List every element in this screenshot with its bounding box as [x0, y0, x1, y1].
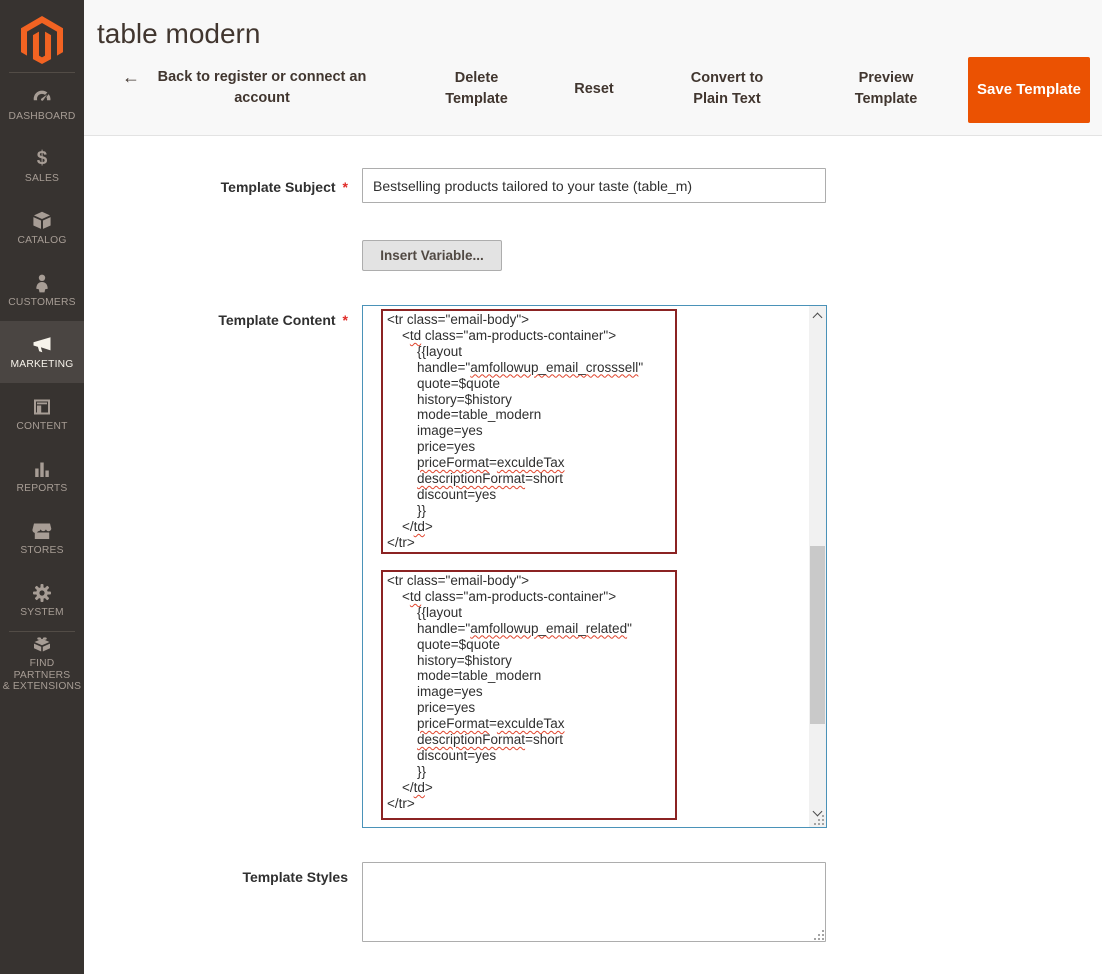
catalog-icon: [31, 210, 53, 232]
sidebar-item-label: MARKETING: [10, 359, 73, 371]
sidebar-item-marketing[interactable]: MARKETING: [0, 321, 84, 383]
content-icon: [31, 396, 53, 418]
sidebar-item-stores[interactable]: STORES: [0, 507, 84, 569]
sidebar-item-label: SALES: [25, 173, 59, 185]
code-block-related: <tr class="email-body"> <td class="am-pr…: [381, 570, 677, 820]
preview-template-button[interactable]: Preview Template: [836, 68, 936, 110]
editor-scrollbar[interactable]: [809, 306, 826, 827]
scroll-up-arrow-icon[interactable]: [809, 308, 826, 324]
scrollbar-thumb[interactable]: [810, 546, 825, 724]
sidebar-item-customers[interactable]: CUSTOMERS: [0, 259, 84, 321]
sidebar-item-label: STORES: [20, 545, 63, 557]
sidebar-item-label: REPORTS: [17, 483, 68, 495]
dashboard-icon: [31, 86, 53, 108]
magento-logo[interactable]: [0, 0, 84, 72]
customers-icon: [31, 272, 53, 294]
sidebar-item-find-partners-extensions[interactable]: FIND PARTNERS & EXTENSIONS: [0, 632, 84, 694]
back-button[interactable]: ← Back to register or connect an account: [122, 67, 384, 109]
system-icon: [31, 582, 53, 604]
page-title: table modern: [97, 18, 260, 50]
reset-button[interactable]: Reset: [554, 79, 634, 100]
magento-logo-icon: [21, 16, 63, 64]
sidebar-item-label: SYSTEM: [20, 607, 64, 619]
sidebar-item-label: CONTENT: [16, 421, 67, 433]
sidebar-item-content[interactable]: CONTENT: [0, 383, 84, 445]
sidebar-item-system[interactable]: SYSTEM: [0, 569, 84, 631]
sidebar-item-catalog[interactable]: CATALOG: [0, 197, 84, 259]
template-styles-label: Template Styles: [132, 869, 348, 885]
sidebar-item-label: DASHBOARD: [8, 111, 75, 123]
sidebar-item-label: CUSTOMERS: [8, 297, 75, 309]
delete-template-button[interactable]: Delete Template: [424, 68, 529, 110]
reports-icon: [31, 458, 53, 480]
page-header: table modern ← Back to register or conne…: [84, 0, 1102, 136]
insert-variable-button[interactable]: Insert Variable...: [362, 240, 502, 271]
required-asterisk: *: [343, 312, 348, 328]
stores-icon: [31, 520, 53, 542]
code-block-crosssell: <tr class="email-body"> <td class="am-pr…: [381, 309, 677, 554]
template-content-label: Template Content *: [132, 312, 348, 328]
admin-sidebar: DASHBOARD $ SALES CATALOG CUSTOMERS: [0, 0, 84, 974]
sidebar-item-sales[interactable]: $ SALES: [0, 135, 84, 197]
admin-email-template-page: DASHBOARD $ SALES CATALOG CUSTOMERS: [0, 0, 1102, 974]
sidebar-item-dashboard[interactable]: DASHBOARD: [0, 73, 84, 135]
sidebar-item-label: CATALOG: [17, 235, 66, 247]
template-subject-label: Template Subject *: [132, 179, 348, 195]
sidebar-item-reports[interactable]: REPORTS: [0, 445, 84, 507]
scroll-down-arrow-icon[interactable]: [809, 805, 826, 821]
template-content-editor[interactable]: <tr class="email-body"> <td class="am-pr…: [362, 305, 827, 828]
save-template-button[interactable]: Save Template: [968, 57, 1090, 123]
extensions-icon: [31, 633, 53, 655]
sidebar-item-label: FIND PARTNERS & EXTENSIONS: [0, 658, 84, 693]
back-arrow-icon: ←: [122, 67, 140, 88]
sales-icon: $: [37, 148, 48, 170]
template-subject-input[interactable]: [362, 168, 826, 203]
required-asterisk: *: [343, 179, 348, 195]
convert-to-plain-text-button[interactable]: Convert to Plain Text: [672, 68, 782, 110]
marketing-icon: [31, 334, 53, 356]
back-button-label: Back to register or connect an account: [147, 67, 377, 109]
template-styles-field: [362, 862, 826, 942]
template-styles-textarea[interactable]: [362, 862, 826, 942]
sidebar-menu: DASHBOARD $ SALES CATALOG CUSTOMERS: [0, 73, 84, 694]
